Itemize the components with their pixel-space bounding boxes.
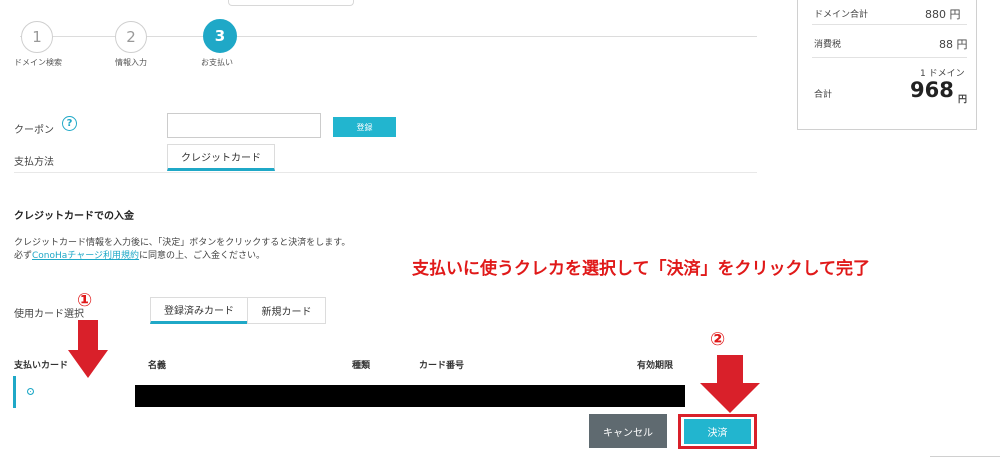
step-2-label: 情報入力	[115, 58, 147, 67]
col-header-card-number: カード番号	[419, 361, 465, 371]
step-2-circle: 2	[115, 21, 147, 53]
col-header-expiry: 有効期限	[637, 361, 674, 371]
marker-1: ①	[77, 290, 93, 311]
step-1-number: 1	[32, 28, 42, 46]
tooltip-stub	[228, 0, 354, 6]
tax-label: 消費税	[814, 40, 842, 50]
note-prefix: 必ず	[14, 251, 33, 261]
card-select-label: 使用カード選択	[14, 309, 84, 320]
tab-new-card[interactable]: 新規カード	[247, 297, 326, 324]
tax-value: 88 円	[939, 38, 968, 51]
step-3-circle: 3	[203, 19, 237, 53]
tab-registered-card[interactable]: 登録済みカード	[150, 297, 248, 324]
col-header-type: 種類	[352, 361, 371, 371]
step-1-label: ドメイン検索	[14, 58, 62, 67]
arrow-down-icon	[68, 320, 108, 378]
col-header-name: 名義	[148, 361, 167, 371]
footer-edge	[930, 456, 1000, 457]
domain-total-label: ドメイン合計	[814, 10, 869, 20]
card-radio[interactable]	[27, 388, 34, 395]
step-1-circle: 1	[21, 21, 53, 53]
annotation-text: 支払いに使うクレカを選択して「決済」をクリックして完了	[412, 259, 870, 279]
coupon-apply-button[interactable]: 登録	[333, 117, 396, 137]
note-suffix: に同意の上、ご入金ください。	[139, 251, 266, 261]
coupon-label: クーポン	[14, 125, 54, 136]
credit-section-title: クレジットカードでの入金	[14, 211, 134, 222]
coupon-input[interactable]	[167, 113, 321, 138]
payment-method-label: 支払方法	[14, 157, 54, 168]
step-2-number: 2	[126, 28, 136, 46]
terms-link[interactable]: ConoHaチャージ利用規約	[32, 251, 139, 261]
redacted-card-info	[135, 385, 685, 407]
arrow-down-icon	[700, 355, 760, 413]
step-3-label: お支払い	[201, 58, 233, 67]
total-unit: 円	[958, 95, 968, 105]
marker-2: ②	[710, 329, 726, 350]
summary-divider	[812, 24, 967, 25]
col-header-payment-card: 支払いカード	[14, 361, 69, 371]
domain-total-value: 880 円	[925, 8, 961, 21]
total-label: 合計	[814, 90, 833, 100]
help-icon[interactable]: ?	[62, 116, 77, 131]
credit-note-line1: クレジットカード情報を入力後に、「決定」ボタンをクリックすると決済をします。	[14, 238, 351, 248]
tab-credit-card[interactable]: クレジットカード	[167, 144, 275, 171]
help-glyph: ?	[66, 118, 73, 129]
total-value: 968	[910, 78, 954, 102]
settle-button[interactable]: 決済	[684, 419, 751, 444]
selected-row-indicator	[13, 376, 16, 408]
credit-note-line2: 必ずConoHaチャージ利用規約に同意の上、ご入金ください。	[14, 250, 434, 263]
section-divider	[14, 172, 757, 173]
step-3-number: 3	[214, 27, 226, 45]
credit-note: クレジットカード情報を入力後に、「決定」ボタンをクリックすると決済をします。 必…	[14, 237, 434, 263]
cancel-button[interactable]: キャンセル	[589, 414, 667, 448]
summary-divider	[812, 57, 967, 58]
